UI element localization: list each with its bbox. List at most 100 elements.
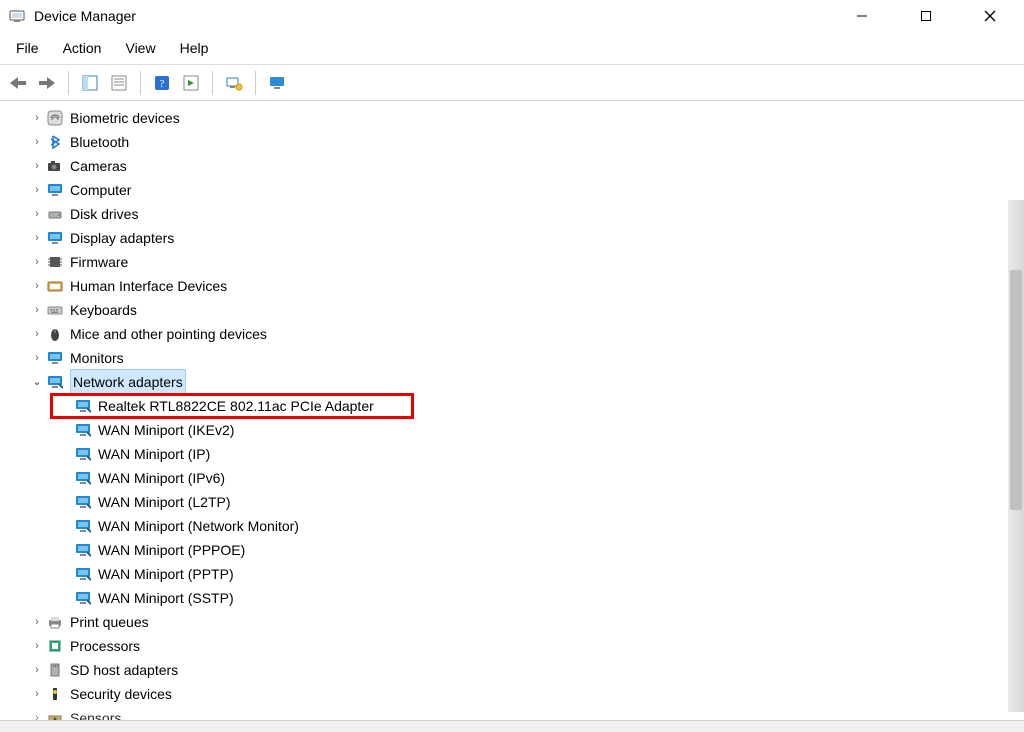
device-tree-panel: › Biometric devices › Bluetooth › Cameras›Com…: [0, 101, 1024, 724]
tree-category-label: Human Interface Devices: [70, 274, 227, 298]
cpu-icon: [46, 637, 64, 655]
menu-bar: File Action View Help: [0, 32, 1024, 65]
tree-device[interactable]: WAN Miniport (SSTP): [8, 586, 1024, 610]
monitor-icon: [46, 181, 64, 199]
chevron-right-icon[interactable]: ›: [30, 274, 44, 298]
chevron-down-icon[interactable]: ⌄: [30, 370, 44, 394]
tree-category[interactable]: › Mice and other pointing devices: [8, 322, 1024, 346]
toolbar: ?: [0, 65, 1024, 101]
chevron-right-icon[interactable]: ›: [30, 634, 44, 658]
back-button[interactable]: [4, 69, 32, 97]
printer-icon: [46, 613, 64, 631]
keyboard-icon: [46, 301, 64, 319]
chevron-right-icon[interactable]: ›: [30, 322, 44, 346]
scan-for-hardware-button[interactable]: [220, 69, 248, 97]
tree-category[interactable]: › Security devices: [8, 682, 1024, 706]
tree-category-label: Processors: [70, 634, 140, 658]
chevron-right-icon[interactable]: ›: [30, 610, 44, 634]
tree-category-label: Bluetooth: [70, 130, 129, 154]
tree-device[interactable]: WAN Miniport (PPTP): [8, 562, 1024, 586]
tree-device[interactable]: WAN Miniport (IKEv2): [8, 418, 1024, 442]
tree-device[interactable]: WAN Miniport (Network Monitor): [8, 514, 1024, 538]
tree-device[interactable]: WAN Miniport (IPv6): [8, 466, 1024, 490]
app-icon: [8, 7, 26, 25]
chevron-right-icon[interactable]: ›: [30, 130, 44, 154]
tree-category[interactable]: ›Print queues: [8, 610, 1024, 634]
action-button[interactable]: [177, 69, 205, 97]
chevron-right-icon[interactable]: ›: [30, 250, 44, 274]
show-hide-console-tree[interactable]: [76, 69, 104, 97]
menu-action[interactable]: Action: [53, 36, 112, 60]
network-adapter-icon: [74, 469, 92, 487]
network-adapter-icon: [74, 493, 92, 511]
tree-device-label: WAN Miniport (L2TP): [98, 490, 231, 514]
display-monitor-button[interactable]: [263, 69, 291, 97]
minimize-button[interactable]: [842, 2, 882, 30]
tree-category[interactable]: › Display adapters: [8, 226, 1024, 250]
tree-category-label: SD host adapters: [70, 658, 178, 682]
device-tree[interactable]: › Biometric devices › Bluetooth › Cameras›Com…: [0, 102, 1024, 724]
chevron-right-icon[interactable]: ›: [30, 106, 44, 130]
network-icon: [46, 373, 64, 391]
tree-category[interactable]: ›Computer: [8, 178, 1024, 202]
network-adapter-icon: [74, 445, 92, 463]
network-adapter-icon: [74, 541, 92, 559]
status-bar: [0, 720, 1024, 732]
forward-button[interactable]: [33, 69, 61, 97]
menu-file[interactable]: File: [6, 36, 49, 60]
chevron-right-icon[interactable]: ›: [30, 298, 44, 322]
tree-device-label: WAN Miniport (SSTP): [98, 586, 234, 610]
chevron-right-icon[interactable]: ›: [30, 226, 44, 250]
close-button[interactable]: [970, 2, 1010, 30]
tree-category[interactable]: ›Keyboards: [8, 298, 1024, 322]
tree-category-label: Cameras: [70, 154, 127, 178]
maximize-button[interactable]: [906, 2, 946, 30]
network-adapter-icon: [74, 421, 92, 439]
tree-category[interactable]: › Firmware: [8, 250, 1024, 274]
tree-category[interactable]: ⌄Network adapters: [8, 370, 1024, 394]
tree-category[interactable]: › Biometric devices: [8, 106, 1024, 130]
tree-device[interactable]: WAN Miniport (IP): [8, 442, 1024, 466]
tree-device[interactable]: WAN Miniport (PPPOE): [8, 538, 1024, 562]
tree-category-label: Display adapters: [70, 226, 174, 250]
menu-view[interactable]: View: [115, 36, 165, 60]
chevron-right-icon[interactable]: ›: [30, 658, 44, 682]
annotation-highlight: [50, 393, 414, 419]
tree-category[interactable]: › SD host adapters: [8, 658, 1024, 682]
tree-category[interactable]: › Processors: [8, 634, 1024, 658]
tree-device-label: WAN Miniport (PPTP): [98, 562, 234, 586]
network-adapter-icon: [74, 565, 92, 583]
tree-category-label: Security devices: [70, 682, 172, 706]
menu-help[interactable]: Help: [170, 36, 219, 60]
monitor-icon: [46, 349, 64, 367]
camera-icon: [46, 157, 64, 175]
tree-category[interactable]: ›Monitors: [8, 346, 1024, 370]
bluetooth-icon: [46, 133, 64, 151]
tree-device-label: WAN Miniport (IKEv2): [98, 418, 234, 442]
properties-button[interactable]: [105, 69, 133, 97]
network-adapter-icon: [74, 589, 92, 607]
chevron-right-icon[interactable]: ›: [30, 178, 44, 202]
tree-category-label: Firmware: [70, 250, 128, 274]
tree-category[interactable]: › Human Interface Devices: [8, 274, 1024, 298]
chevron-right-icon[interactable]: ›: [30, 154, 44, 178]
tree-device[interactable]: WAN Miniport (L2TP): [8, 490, 1024, 514]
tree-category[interactable]: › Disk drives: [8, 202, 1024, 226]
tree-device-label: WAN Miniport (PPPOE): [98, 538, 245, 562]
chevron-right-icon[interactable]: ›: [30, 346, 44, 370]
chevron-right-icon[interactable]: ›: [30, 682, 44, 706]
chevron-right-icon[interactable]: ›: [30, 202, 44, 226]
tree-category-label: Biometric devices: [70, 106, 180, 130]
tree-category[interactable]: › Bluetooth: [8, 130, 1024, 154]
tree-category-label: Mice and other pointing devices: [70, 322, 267, 346]
sd-icon: [46, 661, 64, 679]
tree-category[interactable]: › Cameras: [8, 154, 1024, 178]
vertical-scrollbar[interactable]: [1008, 200, 1024, 712]
scrollbar-thumb[interactable]: [1010, 270, 1022, 510]
title-bar: Device Manager: [0, 0, 1024, 32]
help-button[interactable]: ?: [148, 69, 176, 97]
network-adapter-icon: [74, 517, 92, 535]
chip-icon: [46, 253, 64, 271]
tree-device-label: WAN Miniport (IP): [98, 442, 210, 466]
tree-category-label: Disk drives: [70, 202, 138, 226]
